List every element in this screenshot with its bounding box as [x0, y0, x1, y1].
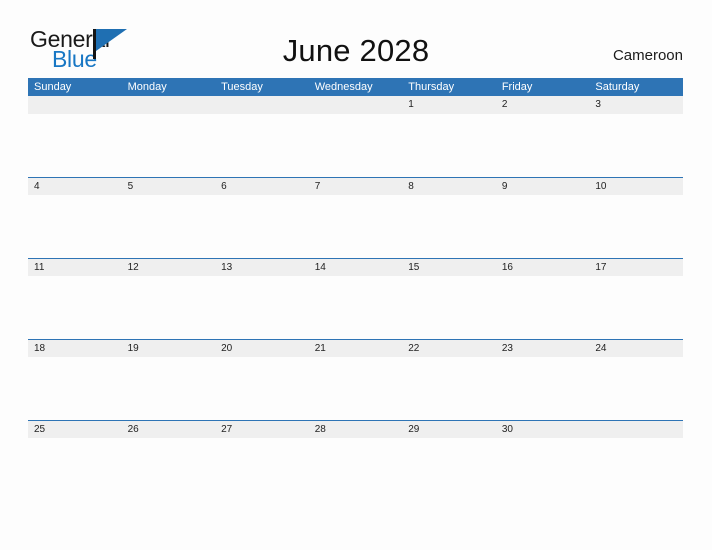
day-cell[interactable]: 8: [402, 178, 496, 195]
day-cell[interactable]: 25: [28, 421, 122, 438]
calendar-week-row: 4 5 6 7 8 9 10: [28, 177, 683, 258]
day-cell[interactable]: 5: [122, 178, 216, 195]
weekday-header-tuesday: Tuesday: [221, 81, 263, 93]
day-cell[interactable]: 23: [496, 340, 590, 357]
week-notes-area[interactable]: [28, 114, 683, 177]
day-cell[interactable]: 12: [122, 259, 216, 276]
week-date-band: 25 26 27 28 29 30: [28, 420, 683, 438]
day-cell[interactable]: 10: [589, 178, 683, 195]
week-notes-area[interactable]: [28, 276, 683, 339]
day-cell[interactable]: 13: [215, 259, 309, 276]
day-cell[interactable]: 17: [589, 259, 683, 276]
day-cell[interactable]: [215, 96, 309, 114]
day-cell[interactable]: 16: [496, 259, 590, 276]
week-date-band: 18 19 20 21 22 23 24: [28, 339, 683, 357]
day-cell[interactable]: 21: [309, 340, 403, 357]
day-cell[interactable]: 30: [496, 421, 590, 438]
day-cell[interactable]: 20: [215, 340, 309, 357]
day-cell[interactable]: 9: [496, 178, 590, 195]
weekday-header-row: Sunday Monday Tuesday Wednesday Thursday…: [28, 78, 683, 96]
day-cell[interactable]: [122, 96, 216, 114]
day-cell[interactable]: [28, 96, 122, 114]
day-cell[interactable]: 29: [402, 421, 496, 438]
day-cell[interactable]: 28: [309, 421, 403, 438]
day-cell[interactable]: 6: [215, 178, 309, 195]
day-cell[interactable]: [589, 421, 683, 438]
calendar-week-row: 18 19 20 21 22 23 24: [28, 339, 683, 420]
calendar-grid: Sunday Monday Tuesday Wednesday Thursday…: [28, 78, 683, 501]
day-cell[interactable]: 2: [496, 96, 590, 114]
week-notes-area[interactable]: [28, 357, 683, 420]
day-cell[interactable]: 18: [28, 340, 122, 357]
calendar-week-row: 25 26 27 28 29 30: [28, 420, 683, 501]
day-cell[interactable]: 7: [309, 178, 403, 195]
day-cell[interactable]: 15: [402, 259, 496, 276]
day-cell[interactable]: 27: [215, 421, 309, 438]
day-cell[interactable]: 1: [402, 96, 496, 114]
weekday-header-thursday: Thursday: [408, 81, 455, 93]
day-cell[interactable]: [309, 96, 403, 114]
week-notes-area[interactable]: [28, 195, 683, 258]
day-cell[interactable]: 24: [589, 340, 683, 357]
day-cell[interactable]: 26: [122, 421, 216, 438]
day-cell[interactable]: 19: [122, 340, 216, 357]
week-date-band: 1 2 3: [28, 96, 683, 114]
country-label: Cameroon: [612, 47, 683, 64]
day-cell[interactable]: 14: [309, 259, 403, 276]
weekday-header-friday: Friday: [501, 81, 533, 93]
day-cell[interactable]: 3: [589, 96, 683, 114]
day-cell[interactable]: 11: [28, 259, 122, 276]
weekday-header-wednesday: Wednesday: [314, 81, 373, 93]
week-date-band: 4 5 6 7 8 9 10: [28, 177, 683, 195]
calendar-week-row: 1 2 3: [28, 96, 683, 177]
day-cell[interactable]: 22: [402, 340, 496, 357]
weekday-header-sunday: Sunday: [34, 81, 72, 93]
page-header: General Blue June 2028 Cameroon: [0, 0, 712, 78]
weekday-header-saturday: Saturday: [595, 81, 640, 93]
day-cell[interactable]: 4: [28, 178, 122, 195]
page-title: June 2028: [282, 33, 430, 68]
week-notes-area[interactable]: [28, 438, 683, 501]
week-date-band: 11 12 13 14 15 16 17: [28, 258, 683, 276]
weekday-header-monday: Monday: [127, 81, 167, 93]
calendar-week-row: 11 12 13 14 15 16 17: [28, 258, 683, 339]
